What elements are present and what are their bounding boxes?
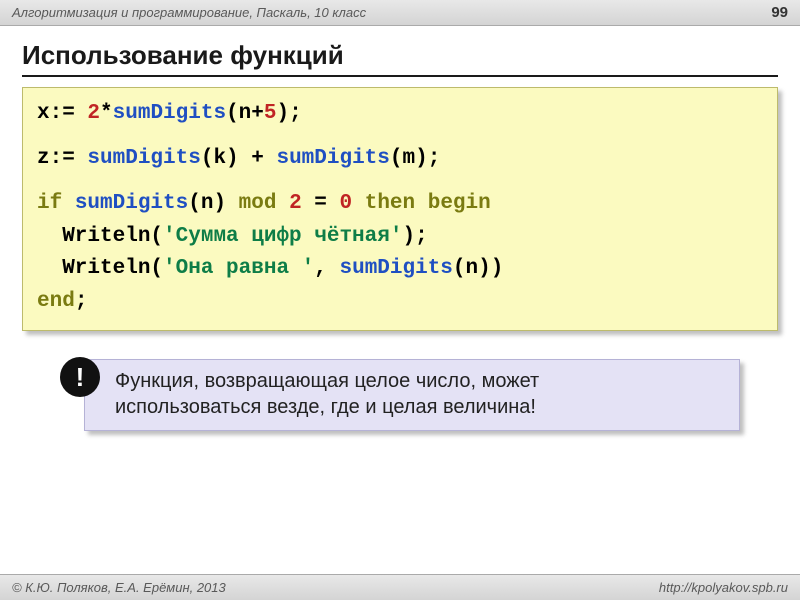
code-line xyxy=(37,176,763,189)
code-example: x:= 2*sumDigits(n+5); z:= sumDigits(k) +… xyxy=(22,87,778,331)
note-line-2: использоваться везде, где и целая величи… xyxy=(115,396,536,418)
page-number: 99 xyxy=(771,4,788,21)
slide-header: Алгоритмизация и программирование, Паска… xyxy=(0,0,800,26)
note-callout: ! Функция, возвращающая целое число, мож… xyxy=(60,359,740,431)
slide-title: Использование функций xyxy=(22,40,778,77)
code-line: Writeln('Она равна ', sumDigits(n)) xyxy=(37,253,763,286)
note-body: Функция, возвращающая целое число, может… xyxy=(84,359,740,431)
code-line: end; xyxy=(37,286,763,319)
code-line: Writeln('Сумма цифр чётная'); xyxy=(37,221,763,254)
code-line xyxy=(37,131,763,144)
code-line: z:= sumDigits(k) + sumDigits(m); xyxy=(37,143,763,176)
slide-footer: © К.Ю. Поляков, Е.А. Ерёмин, 2013 http:/… xyxy=(0,574,800,600)
course-title: Алгоритмизация и программирование, Паска… xyxy=(12,5,366,20)
footer-url: http://kpolyakov.spb.ru xyxy=(659,580,788,595)
code-line: if sumDigits(n) mod 2 = 0 then begin xyxy=(37,188,763,221)
footer-authors: © К.Ю. Поляков, Е.А. Ерёмин, 2013 xyxy=(12,580,226,595)
code-line: x:= 2*sumDigits(n+5); xyxy=(37,98,763,131)
slide-body: Использование функций x:= 2*sumDigits(n+… xyxy=(0,26,800,431)
note-line-1: Функция, возвращающая целое число, может xyxy=(115,370,539,392)
